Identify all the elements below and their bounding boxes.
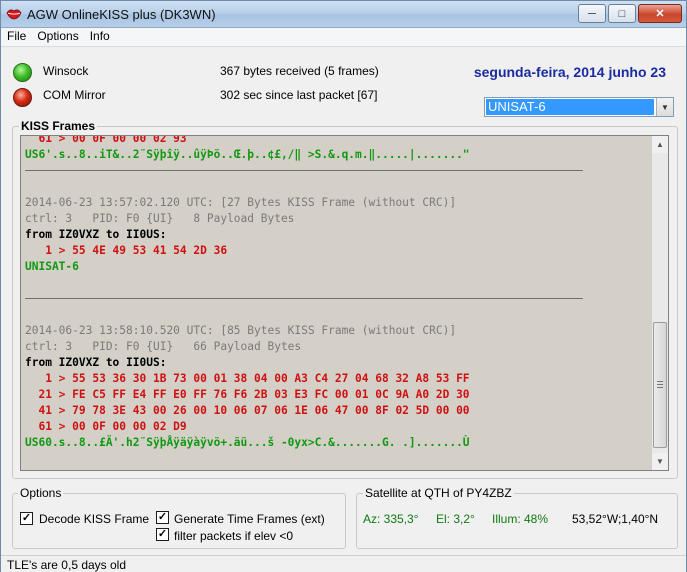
- terminal-line: 2014-06-23 13:57:02.120 UTC: [27 Bytes K…: [25, 196, 457, 209]
- scroll-down-icon[interactable]: ▼: [652, 453, 668, 470]
- frame-separator: [25, 467, 649, 470]
- main-window: AGW OnlineKISS plus (DK3WN) ─ □ ✕ File O…: [0, 0, 687, 572]
- checkmark-icon: ✓: [157, 511, 168, 523]
- window-title: AGW OnlineKISS plus (DK3WN): [27, 7, 216, 22]
- bytes-received-text: 367 bytes received (5 frames): [220, 64, 379, 78]
- maximize-icon: □: [618, 7, 626, 20]
- illumination-value: Illum: 48%: [492, 512, 549, 526]
- terminal-line: 1 > 55 4E 49 53 41 54 2D 36: [25, 244, 228, 257]
- commirror-label: COM Mirror: [43, 88, 106, 102]
- terminal-content: 61 > 00 0F 00 00 02 93 US6'.s..8..iT&..2¨…: [25, 135, 649, 470]
- checkmark-icon: ✓: [21, 512, 32, 524]
- terminal-line: 61 > 00 0F 00 00 02 93: [25, 135, 187, 145]
- terminal-line: 61 > 00 0F 00 00 02 D9: [25, 420, 187, 433]
- generate-time-checkbox[interactable]: ✓: [156, 511, 169, 524]
- status-bar: TLE's are 0,5 days old: [1, 555, 686, 572]
- current-date: segunda-feira, 2014 junho 23: [473, 64, 666, 80]
- terminal-line: 2014-06-23 13:58:10.520 UTC: [85 Bytes K…: [25, 324, 457, 337]
- grip-icon: [657, 381, 663, 388]
- minimize-button[interactable]: ─: [578, 4, 606, 23]
- menu-bar: File Options Info: [1, 28, 686, 47]
- tle-age-text: TLE's are 0,5 days old: [7, 558, 127, 572]
- filter-packets-checkbox[interactable]: ✓: [156, 528, 169, 541]
- filter-packets-label: filter packets if elev <0: [174, 529, 294, 543]
- scrollbar-thumb[interactable]: [653, 322, 667, 448]
- kiss-frames-terminal[interactable]: 61 > 00 0F 00 00 02 93 US6'.s..8..iT&..2¨…: [20, 135, 669, 471]
- decode-kiss-checkbox[interactable]: ✓: [20, 512, 33, 525]
- terminal-line: ctrl: 3 PID: F0 {UI} 8 Payload Bytes: [25, 212, 295, 225]
- satellite-qth-label: Satellite at QTH of PY4ZBZ: [363, 486, 514, 500]
- window-controls: ─ □ ✕: [576, 4, 682, 23]
- menu-info[interactable]: Info: [85, 28, 115, 46]
- winsock-status-icon: [13, 63, 32, 82]
- options-label: Options: [18, 486, 64, 500]
- checkmark-icon: ✓: [157, 528, 168, 540]
- close-icon: ✕: [655, 8, 665, 20]
- terminal-line: from IZ0VXZ to II0US:: [25, 356, 167, 369]
- subsatellite-position: 53,52°W;1,40°N: [572, 512, 659, 526]
- since-last-packet-text: 302 sec since last packet [67]: [220, 88, 378, 102]
- maximize-button[interactable]: □: [608, 4, 636, 23]
- terminal-line: 1 > 55 53 36 30 1B 73 00 01 38 04 00 A3 …: [25, 372, 470, 385]
- lips-icon: [6, 9, 22, 20]
- terminal-line: ctrl: 3 PID: F0 {UI} 66 Payload Bytes: [25, 340, 302, 353]
- satellite-select[interactable]: UNISAT-6 ▼: [484, 97, 674, 117]
- chevron-down-icon[interactable]: ▼: [656, 98, 673, 116]
- kiss-frames-label: KISS Frames: [19, 119, 98, 133]
- terminal-line: US6'.s..8..iT&..2¨Sÿþîÿ..ûÿÞö..Œ.þ..¢£,/…: [25, 148, 470, 161]
- title-bar[interactable]: AGW OnlineKISS plus (DK3WN) ─ □ ✕: [1, 1, 686, 28]
- decode-kiss-label: Decode KISS Frame: [39, 512, 150, 526]
- terminal-line: from IZ0VXZ to II0US:: [25, 228, 167, 241]
- satellite-select-value: UNISAT-6: [486, 99, 654, 115]
- terminal-line: 41 > 79 78 3E 43 00 26 00 10 06 07 06 1E…: [25, 404, 470, 417]
- terminal-line: 21 > FE C5 FF E4 FF E0 FF 76 F6 2B 03 E3…: [25, 388, 470, 401]
- close-button[interactable]: ✕: [638, 4, 682, 23]
- frame-separator: [25, 291, 649, 307]
- winsock-label: Winsock: [43, 64, 89, 78]
- commirror-status-icon: [13, 88, 32, 107]
- terminal-line: UNISAT-6: [25, 260, 79, 273]
- scroll-up-icon[interactable]: ▲: [652, 136, 668, 153]
- azimuth-value: Az: 335,3°: [363, 512, 419, 526]
- generate-time-label: Generate Time Frames (ext): [174, 512, 325, 526]
- minimize-icon: ─: [588, 7, 596, 20]
- vertical-scrollbar[interactable]: ▲ ▼: [651, 136, 668, 470]
- menu-options[interactable]: Options: [32, 28, 83, 46]
- menu-file[interactable]: File: [2, 28, 31, 46]
- frame-separator: [25, 163, 649, 179]
- terminal-line: US60.s..8..£Ä'.h2¨SÿþÅÿäÿàÿvö+.ãü...š -0…: [25, 436, 470, 449]
- elevation-value: El: 3,2°: [436, 512, 475, 526]
